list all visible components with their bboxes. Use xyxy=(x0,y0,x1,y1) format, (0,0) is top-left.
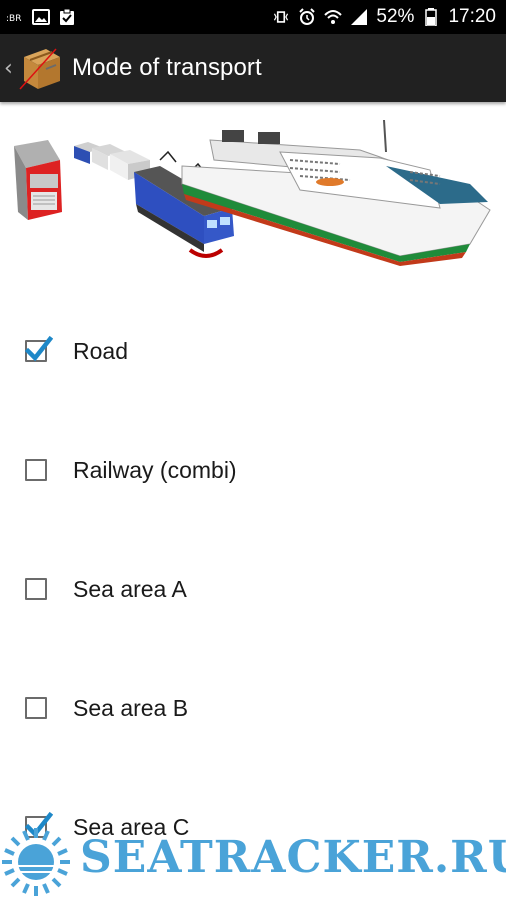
battery-icon xyxy=(425,8,438,26)
battery-percent: 52% xyxy=(376,6,415,27)
railway-combi-checkbox[interactable] xyxy=(25,459,47,481)
sea-area-a-label: Sea area A xyxy=(73,575,187,602)
app-notification-icon: :BR xyxy=(6,14,21,24)
watermark-text: SEATRACKER.RU xyxy=(80,832,506,883)
chevron-left-icon[interactable]: ‹ xyxy=(4,56,14,81)
clipboard-check-icon xyxy=(60,8,74,25)
truck-illustration xyxy=(14,140,62,220)
option-railway-combi[interactable]: Railway (combi) xyxy=(0,411,506,529)
svg-text::BR: :BR xyxy=(6,14,21,24)
status-bar-right: 52% 17:20 xyxy=(272,6,496,28)
railway-combi-label: Railway (combi) xyxy=(73,456,237,483)
check-icon xyxy=(25,335,53,362)
option-road[interactable]: Road xyxy=(0,292,506,410)
action-bar: ‹ Mode of transport xyxy=(0,34,506,102)
sea-area-a-checkbox[interactable] xyxy=(25,578,47,600)
image-icon xyxy=(32,9,50,25)
alarm-icon xyxy=(299,8,316,25)
sea-area-b-checkbox[interactable] xyxy=(25,697,47,719)
option-sea-area-a[interactable]: Sea area A xyxy=(0,530,506,648)
sea-area-b-label: Sea area B xyxy=(73,694,189,721)
wifi-icon xyxy=(324,10,343,24)
transport-illustration xyxy=(14,119,491,266)
ferry-illustration xyxy=(181,119,491,266)
vibrate-icon xyxy=(274,11,289,23)
parcel-logo-icon[interactable] xyxy=(16,43,66,93)
signal-icon xyxy=(351,9,368,25)
road-checkbox[interactable] xyxy=(25,335,53,362)
road-label: Road xyxy=(73,337,128,364)
status-bar: :BR 52% 17:20 xyxy=(0,0,506,34)
page-title: Mode of transport xyxy=(72,54,262,81)
status-bar-left: :BR xyxy=(6,8,76,26)
status-time: 17:20 xyxy=(448,6,496,27)
option-sea-area-b[interactable]: Sea area B xyxy=(0,649,506,767)
